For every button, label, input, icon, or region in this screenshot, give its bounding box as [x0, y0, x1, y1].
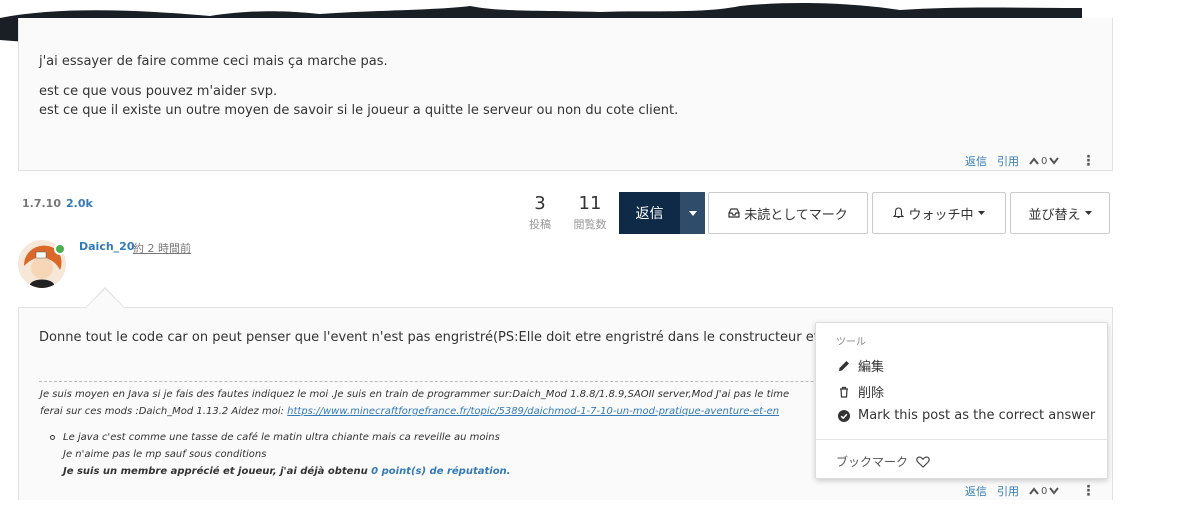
downvote-icon[interactable]: [1049, 487, 1060, 495]
reply-link[interactable]: 返信: [965, 483, 987, 499]
menu-divider: [816, 439, 1107, 440]
post-content: Donne tout le code car on peut penser qu…: [39, 330, 842, 345]
post-line: est ce que vous pouvez m'aider svp.: [39, 84, 278, 99]
vote-count: 0: [1041, 485, 1048, 497]
signature: Je suis moyen en Java si je fais des fau…: [40, 386, 789, 420]
vote-controls: 0: [1029, 485, 1060, 497]
post-content: j'ai essayer de faire comme ceci mais ça…: [39, 52, 678, 131]
signature-line: Je suis moyen en Java si je fais des fau…: [40, 389, 790, 400]
signature-list-item: Le java c'est comme une tasse de café le…: [63, 432, 500, 443]
watching-label: ウォッチ中: [908, 207, 974, 223]
sort-button[interactable]: 並び替え: [1010, 192, 1110, 234]
bullet-icon: [50, 435, 55, 440]
signature-line-2: ferai sur ces mods :Daich_Mod 1.13.2 Aid…: [40, 403, 789, 420]
menu-item-label: Mark this post as the correct answer: [858, 408, 1096, 423]
signature-list: Le java c'est comme une tasse de café le…: [50, 429, 510, 480]
posts-label: 投稿: [529, 218, 551, 231]
vote-count: 0: [1041, 155, 1048, 167]
signature-text: ferai sur ces mods :Daich_Mod 1.13.2 Aid…: [40, 406, 288, 417]
upvote-icon[interactable]: [1029, 487, 1039, 495]
mark-unread-label: 未読としてマーク: [744, 207, 848, 223]
views-stat: 11 閲覧数: [570, 193, 610, 232]
menu-item-bookmark[interactable]: ブックマーク: [836, 453, 930, 470]
menu-item-delete[interactable]: 削除: [838, 382, 884, 401]
menu-item-mark-correct[interactable]: Mark this post as the correct answer: [838, 408, 1095, 423]
reputation-link[interactable]: 0 point(s) de réputation.: [371, 466, 510, 477]
tag-views[interactable]: 2.0k: [66, 197, 93, 210]
post-actions: 返信 引用 0 ⋮: [965, 483, 1095, 499]
signature-list-item: Je n'aime pas le mp sauf sous conditions: [63, 449, 267, 460]
caret-down-icon: [688, 210, 697, 216]
views-count: 11: [578, 193, 602, 214]
post-line: j'ai essayer de faire comme ceci mais ça…: [39, 54, 388, 69]
post-author[interactable]: Daich_20: [79, 240, 134, 253]
signature-link[interactable]: https://www.minecraftforgefrance.fr/topi…: [287, 406, 779, 417]
menu-item-label: 編集: [858, 360, 885, 375]
check-circle-icon: [838, 409, 850, 422]
more-options-icon[interactable]: ⋮: [1081, 153, 1095, 169]
menu-item-label: 削除: [858, 386, 885, 401]
menu-item-label: ブックマーク: [836, 455, 909, 469]
mark-unread-button[interactable]: 未読としてマーク: [708, 192, 868, 234]
online-status-indicator: [54, 243, 66, 255]
quote-link[interactable]: 引用: [997, 153, 1019, 169]
caret-down-icon: [1084, 211, 1092, 215]
posts-stat: 3 投稿: [526, 193, 554, 232]
inbox-icon: [728, 208, 740, 218]
reply-dropdown-button[interactable]: [680, 192, 705, 234]
downvote-icon[interactable]: [1049, 157, 1060, 165]
heart-icon: [916, 455, 930, 468]
reply-button[interactable]: 返信: [619, 192, 680, 234]
watching-button[interactable]: ウォッチ中: [872, 192, 1006, 234]
post-actions: 返信 引用 0 ⋮: [965, 153, 1095, 169]
previous-post: j'ai essayer de faire comme ceci mais ça…: [18, 18, 1113, 171]
upvote-icon[interactable]: [1029, 157, 1039, 165]
trash-icon: [840, 386, 848, 398]
menu-header: ツール: [836, 337, 866, 348]
signature-list-item: Je suis un membre apprécié et joueur, j'…: [63, 463, 510, 480]
post-pointer-inner: [86, 289, 124, 308]
sort-label: 並び替え: [1028, 207, 1081, 223]
menu-item-edit[interactable]: 編集: [838, 356, 884, 375]
reputation-text: Je suis un membre apprécié et joueur, j'…: [63, 466, 372, 477]
post-line: est ce que il existe un outre moyen de s…: [39, 103, 679, 118]
tag-version[interactable]: 1.7.10: [22, 197, 61, 210]
pencil-icon: [839, 360, 849, 371]
post-timestamp[interactable]: 約 2 時間前: [133, 240, 191, 256]
posts-count: 3: [534, 193, 546, 214]
views-label: 閲覧数: [573, 218, 607, 231]
caret-down-icon: [977, 211, 985, 215]
more-options-icon[interactable]: ⋮: [1081, 483, 1095, 499]
quote-link[interactable]: 引用: [997, 483, 1019, 499]
bell-icon: [893, 207, 905, 219]
post-tools-menu: ツール 編集 削除 Mark this post as the correct …: [815, 322, 1108, 479]
reply-link[interactable]: 返信: [965, 153, 987, 169]
vote-controls: 0: [1029, 155, 1060, 167]
